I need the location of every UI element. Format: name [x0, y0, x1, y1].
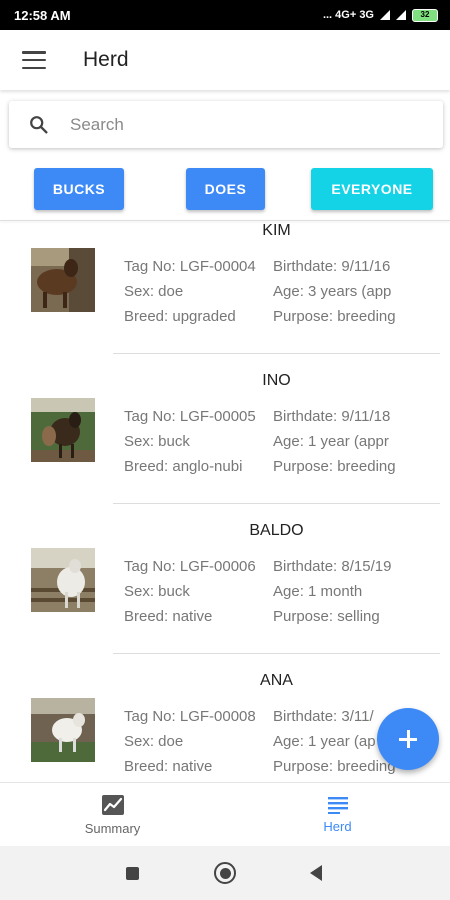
nav-summary-label: Summary: [84, 820, 141, 836]
goat-sex: Sex: buck: [124, 433, 190, 450]
plus-icon: [399, 730, 417, 748]
goat-name: BALDO: [249, 522, 304, 539]
signal-icon: [380, 10, 390, 20]
status-time: 12:58 AM: [14, 7, 71, 23]
list-item[interactable]: KIM Tag No: LGF-00004 Birthdate: 9/11/16…: [0, 222, 450, 370]
goat-purpose: Purpose: breeding: [273, 308, 396, 325]
goat-tag: Tag No: LGF-00005: [124, 408, 256, 425]
status-bar: 12:58 AM ... 4G+ 3G 32: [0, 0, 450, 30]
goat-birthdate: Birthdate: 9/11/18: [273, 408, 391, 425]
bottom-navigation: Summary Herd: [0, 782, 450, 846]
goat-tag: Tag No: LGF-00004: [124, 258, 256, 275]
goat-photo: [31, 698, 95, 762]
goat-sex: Sex: buck: [124, 583, 190, 600]
app-bar: Herd: [0, 30, 450, 90]
goat-name: INO: [262, 372, 291, 389]
network-indicators: ... 4G+ 3G: [322, 9, 374, 21]
add-goat-button[interactable]: [377, 708, 439, 770]
goat-breed: Breed: native: [124, 758, 213, 775]
goat-birthdate: Birthdate: 8/15/19: [273, 558, 392, 575]
nav-herd[interactable]: Herd: [225, 783, 450, 846]
bucks-filter-button[interactable]: BUCKS: [34, 168, 124, 210]
nav-herd-label: Herd: [323, 818, 352, 834]
goat-age: Age: 1 month: [273, 583, 363, 600]
goat-breed: Breed: native: [124, 608, 213, 625]
goat-sex: Sex: doe: [124, 283, 184, 300]
status-indicators: ... 4G+ 3G 32: [322, 8, 438, 22]
goat-tag: Tag No: LGF-00008: [124, 708, 256, 725]
search-bar[interactable]: [9, 101, 443, 148]
goat-photo: [31, 248, 95, 312]
goat-breed: Breed: upgraded: [124, 308, 236, 325]
goat-age: Age: 1 year (appr: [273, 433, 389, 450]
herd-list: KIM Tag No: LGF-00004 Birthdate: 9/11/16…: [0, 222, 450, 782]
search-input[interactable]: [70, 114, 400, 135]
goat-purpose: Purpose: selling: [273, 608, 380, 625]
goat-name: KIM: [262, 222, 291, 239]
goat-purpose: Purpose: breeding: [273, 458, 396, 475]
search-icon: [30, 115, 48, 134]
back-icon[interactable]: [310, 865, 322, 881]
battery-icon: 32: [412, 8, 438, 22]
goat-birthdate: Birthdate: 9/11/16: [273, 258, 391, 275]
list-icon: [327, 796, 348, 814]
system-navigation: [0, 846, 450, 900]
row-divider: [113, 503, 440, 504]
menu-icon[interactable]: [22, 51, 46, 69]
goat-age: Age: 3 years (app: [273, 283, 392, 300]
row-divider: [113, 353, 440, 354]
goat-photo: [31, 398, 95, 462]
goat-breed: Breed: anglo-nubi: [124, 458, 243, 475]
does-filter-button[interactable]: DOES: [186, 168, 265, 210]
everyone-filter-button[interactable]: EVERYONE: [311, 168, 433, 210]
page-title: Herd: [83, 48, 129, 71]
goat-sex: Sex: doe: [124, 733, 184, 750]
goat-tag: Tag No: LGF-00006: [124, 558, 256, 575]
signal-icon-2: [396, 10, 406, 20]
list-divider: [0, 220, 450, 221]
recents-icon[interactable]: [126, 867, 139, 880]
goat-name: ANA: [260, 672, 293, 689]
filter-group: BUCKS DOES EVERYONE: [0, 168, 450, 210]
home-icon[interactable]: [214, 862, 236, 884]
nav-summary[interactable]: Summary: [0, 783, 225, 846]
list-item[interactable]: BALDO Tag No: LGF-00006 Birthdate: 8/15/…: [0, 520, 450, 670]
row-divider: [113, 653, 440, 654]
list-item[interactable]: INO Tag No: LGF-00005 Birthdate: 9/11/18…: [0, 370, 450, 520]
goat-photo: [31, 548, 95, 612]
chart-icon: [101, 794, 124, 815]
